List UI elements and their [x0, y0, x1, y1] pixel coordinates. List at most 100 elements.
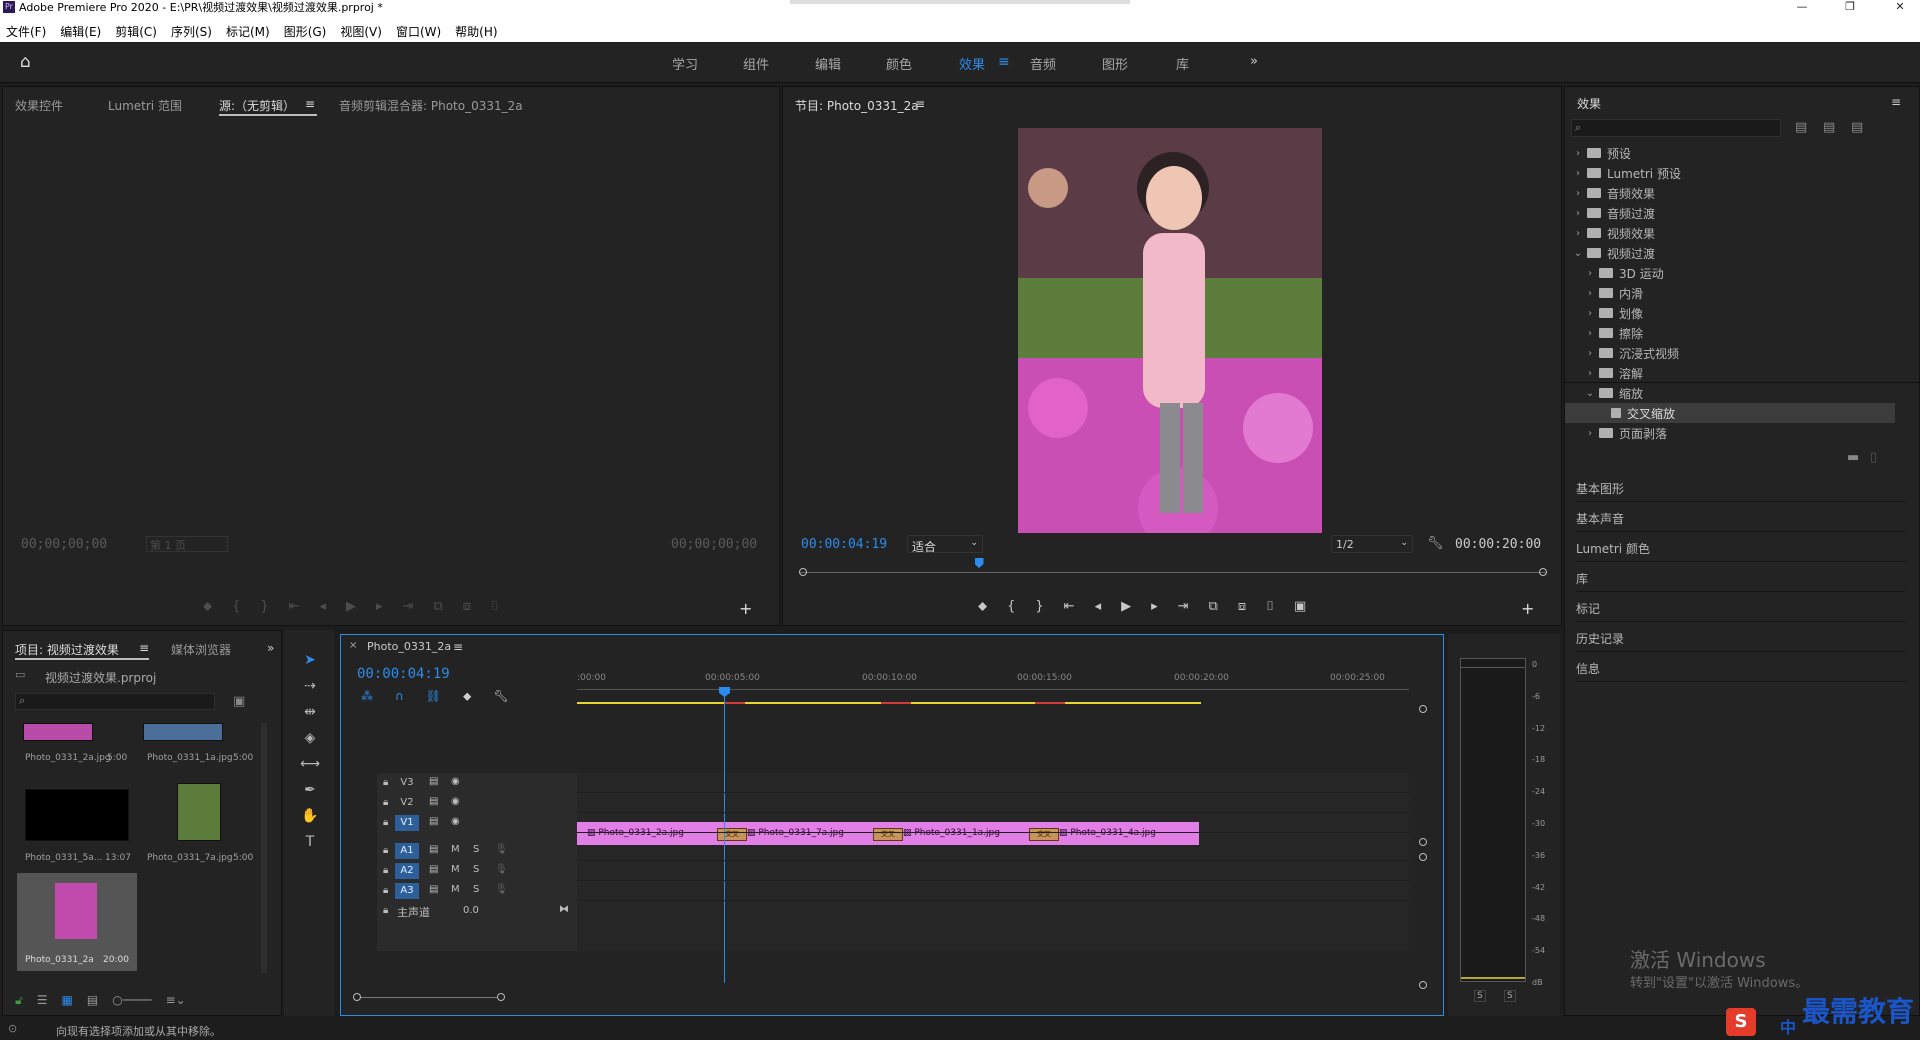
selection-tool-icon[interactable]: ➤: [298, 652, 322, 674]
transition-cross-zoom[interactable]: 交叉: [1029, 828, 1059, 841]
mute-button[interactable]: M: [451, 884, 460, 895]
timeline-ruler[interactable]: :00:00 00:00:05:00 00:00:10:00 00:00:15:…: [577, 673, 1409, 697]
fit-dropdown[interactable]: 适合 ⌄: [907, 535, 983, 554]
freeform-view-icon[interactable]: ▤: [87, 993, 98, 1008]
maximize-icon[interactable]: ❐: [1834, 0, 1866, 14]
track-lock-icon[interactable]: 🔒︎: [383, 865, 388, 876]
track-lock-icon[interactable]: 🔒︎: [383, 885, 388, 896]
workspace-tab-editing[interactable]: 编辑: [815, 54, 841, 73]
sync-lock-icon[interactable]: ▤: [429, 776, 438, 787]
close-icon[interactable]: ✕: [1884, 0, 1916, 14]
new-search-bin-icon[interactable]: ▣: [233, 695, 245, 708]
tab-media-browser[interactable]: 媒体浏览器: [171, 641, 231, 658]
thumbnail-photo-7a[interactable]: [177, 783, 221, 841]
voice-over-record-icon[interactable]: 🎙︎: [495, 844, 508, 855]
workspace-menu-icon[interactable]: ≡: [998, 54, 1010, 70]
toggle-output-eye-icon[interactable]: ◉: [451, 816, 460, 827]
play-icon[interactable]: ▶: [1121, 599, 1131, 614]
page-dropdown[interactable]: 第 1 页: [146, 536, 228, 552]
tab-audio-clip-mixer[interactable]: 音频剪辑混合器: Photo_0331_2a: [339, 97, 523, 114]
add-button-icon[interactable]: +: [739, 601, 752, 617]
effects-tree-item[interactable]: › 音频效果: [1565, 183, 1895, 203]
sync-lock-icon[interactable]: ▤: [429, 796, 438, 807]
sync-lock-icon[interactable]: ▤: [429, 816, 438, 827]
thumbnail-photo-1a[interactable]: [143, 723, 223, 741]
yuv-effects-icon[interactable]: ▤: [1851, 121, 1863, 134]
slip-tool-icon[interactable]: ⟷: [298, 756, 322, 778]
chevron-right-icon[interactable]: ›: [1585, 328, 1595, 339]
lock-icon[interactable]: 🔓︎: [15, 993, 23, 1008]
extract-icon[interactable]: ⧈: [1238, 599, 1246, 614]
project-search-input[interactable]: ⌕: [15, 693, 215, 710]
effects-tree-item[interactable]: › 3D 运动: [1565, 263, 1895, 283]
chevron-right-icon[interactable]: ›: [1585, 368, 1595, 379]
more-workspaces-icon[interactable]: »: [1250, 54, 1258, 69]
menu-clip[interactable]: 剪辑(C): [115, 23, 157, 40]
master-volume-value[interactable]: 0.0: [463, 905, 479, 916]
menu-view[interactable]: 视图(V): [340, 23, 382, 40]
transition-cross-zoom[interactable]: 交叉: [717, 828, 747, 841]
delete-icon[interactable]: ▯: [1870, 451, 1877, 464]
program-timecode[interactable]: 00:00:04:19: [801, 537, 887, 552]
track-target-a3[interactable]: A3: [395, 883, 419, 899]
workspace-tab-learn[interactable]: 学习: [672, 54, 698, 73]
transition-cross-zoom[interactable]: 交叉: [873, 828, 903, 841]
panel-markers[interactable]: 标记: [1576, 592, 1906, 622]
menu-file[interactable]: 文件(F): [6, 23, 46, 40]
effects-menu-icon[interactable]: ≡: [1891, 95, 1901, 109]
lift-icon[interactable]: ⧉: [1209, 599, 1218, 614]
project-menu-icon[interactable]: ≡: [139, 641, 149, 655]
snap-icon[interactable]: ∩: [395, 689, 404, 704]
thumbnail-photo-2a[interactable]: [23, 723, 93, 741]
menu-window[interactable]: 窗口(W): [396, 23, 441, 40]
selected-sequence-item[interactable]: Photo_0331_2a 20:00: [17, 873, 137, 971]
clip-photo-4a[interactable]: ▨ Photo_0331_4a.jpg: [1039, 822, 1199, 845]
new-bin-icon[interactable]: ▬: [1847, 451, 1859, 464]
effects-tree-item[interactable]: ⌄ 视频过渡: [1565, 243, 1895, 263]
track-lock-icon[interactable]: 🔒︎: [383, 817, 388, 828]
mark-in-icon[interactable]: {: [1007, 599, 1015, 614]
menu-edit[interactable]: 编辑(E): [60, 23, 101, 40]
effects-tree-item[interactable]: › 预设: [1565, 143, 1895, 163]
track-lock-icon[interactable]: 🔒︎: [383, 905, 388, 916]
tab-source[interactable]: 源:（无剪辑）: [219, 97, 295, 114]
list-view-icon[interactable]: ☰: [37, 993, 48, 1008]
sync-lock-icon[interactable]: ▤: [429, 844, 438, 855]
effects-tree-item[interactable]: › 内滑: [1565, 283, 1895, 303]
program-tab[interactable]: 节目: Photo_0331_2a: [795, 97, 919, 114]
effects-tree-item[interactable]: › 溶解: [1565, 363, 1895, 383]
thumbnail-photo-5a[interactable]: [25, 789, 129, 841]
chevron-right-icon[interactable]: ›: [1585, 288, 1595, 299]
add-button-icon[interactable]: +: [1521, 601, 1534, 617]
step-forward-icon[interactable]: ▸: [1151, 599, 1158, 614]
close-tab-icon[interactable]: ×: [349, 641, 357, 651]
panel-libraries[interactable]: 库: [1576, 562, 1906, 592]
nest-icon[interactable]: ⁂: [361, 689, 373, 704]
project-scrollbar[interactable]: [261, 723, 267, 973]
export-frame-icon[interactable]: ⌷: [1266, 599, 1274, 614]
effects-tree-item[interactable]: › Lumetri 预设: [1565, 163, 1895, 183]
track-target-v2[interactable]: V2: [395, 795, 419, 811]
razor-tool-icon[interactable]: ◈: [298, 730, 322, 752]
timeline-horizontal-scroll[interactable]: [353, 993, 1417, 1003]
panel-lumetri-color[interactable]: Lumetri 颜色: [1576, 532, 1906, 562]
chevron-right-icon[interactable]: ›: [1573, 148, 1583, 159]
icon-view-icon[interactable]: ▦: [62, 993, 73, 1008]
mute-button[interactable]: M: [451, 864, 460, 875]
chevron-right-icon[interactable]: ›: [1585, 348, 1595, 359]
workspace-tab-effects[interactable]: 效果: [959, 54, 985, 73]
toggle-output-eye-icon[interactable]: ◉: [451, 776, 460, 787]
workspace-tab-color[interactable]: 颜色: [886, 54, 912, 73]
track-target-v1[interactable]: V1: [395, 815, 419, 831]
zoom-slider[interactable]: ○────: [112, 993, 151, 1008]
sogou-ime-icon[interactable]: S: [1726, 1008, 1756, 1036]
track-target-a1[interactable]: A1: [395, 843, 419, 859]
track-select-tool-icon[interactable]: ⇢: [298, 678, 322, 700]
sync-lock-icon[interactable]: ▤: [429, 884, 438, 895]
menu-help[interactable]: 帮助(H): [455, 23, 497, 40]
effects-tree-item[interactable]: › 页面剥落: [1565, 423, 1895, 443]
wrench-icon[interactable]: 🔧︎: [1427, 537, 1444, 550]
track-target-a2[interactable]: A2: [395, 863, 419, 879]
chevron-right-icon[interactable]: ›: [1573, 208, 1583, 219]
ripple-edit-tool-icon[interactable]: ⇹: [298, 704, 322, 726]
